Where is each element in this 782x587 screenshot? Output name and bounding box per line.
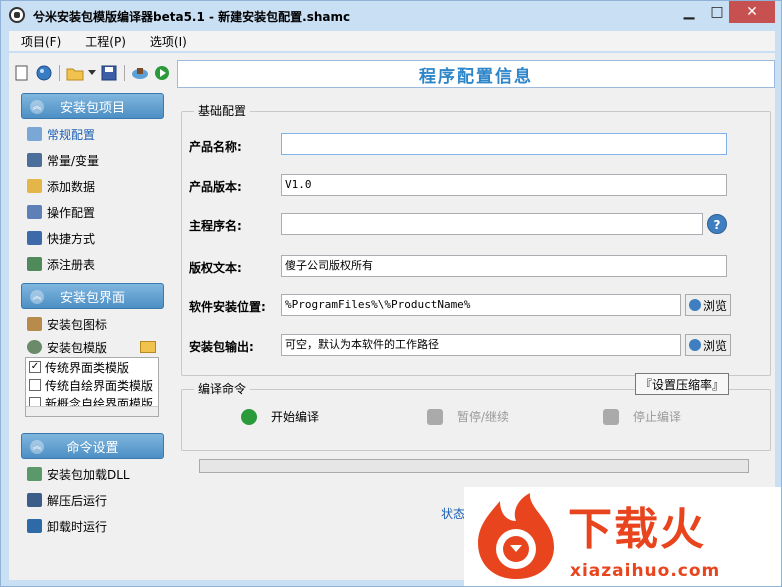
compile-progress-bar <box>199 459 749 473</box>
pause-icon <box>427 408 443 425</box>
tools-icon <box>27 205 42 219</box>
main-program-field[interactable] <box>281 213 703 235</box>
play-icon <box>241 408 257 425</box>
browse-output-button[interactable]: 浏览 <box>685 334 732 356</box>
section-header-project[interactable]: ︽ 安装包项目 <box>21 93 164 119</box>
nav-operations[interactable]: 操作配置 <box>21 199 164 225</box>
dll-icon <box>27 467 42 481</box>
toolbar-separator <box>59 65 60 81</box>
section-title: 安装包界面 <box>59 290 125 306</box>
browse-icon <box>689 299 701 311</box>
pause-compile-button[interactable]: 暂停/继续 <box>427 408 509 425</box>
watermark-en: xiazaihuo.com <box>570 561 721 581</box>
shortcut-icon <box>27 231 42 245</box>
section-title: 命令设置 <box>66 440 119 456</box>
version-field[interactable]: V1.0 <box>281 174 727 196</box>
run-after-icon <box>27 493 42 507</box>
globe-icon[interactable] <box>35 64 53 82</box>
nav-package-icon[interactable]: 安装包图标 <box>21 311 164 337</box>
template-list[interactable]: ✓ 传统界面类模版 传统自绘界面类模版 新概念自绘界面模版 <box>25 357 159 417</box>
horizontal-scrollbar[interactable] <box>26 406 158 416</box>
fire-logo-icon <box>478 493 554 579</box>
help-icon[interactable]: ? <box>707 214 727 234</box>
nav-registry[interactable]: 添注册表 <box>21 251 164 277</box>
checkbox[interactable] <box>29 379 41 391</box>
save-icon[interactable] <box>100 64 118 82</box>
section-title: 安装包项目 <box>59 100 125 116</box>
grid-icon <box>27 153 42 167</box>
run-icon[interactable] <box>153 64 171 82</box>
start-compile-button[interactable]: 开始编译 <box>241 408 319 425</box>
output-path-field[interactable]: 可空，默认为本软件的工作路径 <box>281 334 681 356</box>
config-icon <box>27 127 42 141</box>
dropdown-arrow-icon[interactable] <box>88 64 96 82</box>
stop-icon <box>603 408 619 425</box>
nav-shortcuts[interactable]: 快捷方式 <box>21 225 164 251</box>
chevron-up-icon: ︽ <box>30 290 44 304</box>
window-title: 兮米安装包模版编译器beta5.1 - 新建安装包配置.shamc <box>33 10 351 24</box>
version-label: 产品版本: <box>189 180 242 194</box>
product-name-field[interactable] <box>281 133 727 155</box>
watermark-cn: 下载火 <box>568 504 706 555</box>
section-header-ui[interactable]: ︽ 安装包界面 <box>21 283 164 309</box>
folder-icon[interactable] <box>140 341 156 353</box>
page-title: 程序配置信息 <box>177 60 775 88</box>
nav-add-data[interactable]: 添加数据 <box>21 173 164 199</box>
toolbar <box>9 61 179 85</box>
browse-install-path-button[interactable]: 浏览 <box>685 294 732 316</box>
checkbox[interactable]: ✓ <box>29 361 41 373</box>
group-legend: 基础配置 <box>194 102 251 119</box>
section-header-commands[interactable]: ︽ 命令设置 <box>21 433 164 459</box>
nav-general-config[interactable]: 常规配置 <box>21 121 164 147</box>
install-path-label: 软件安装位置: <box>189 300 266 314</box>
nav-package-template[interactable]: 安装包模版 <box>21 337 164 357</box>
section-body-commands: 安装包加载DLL 解压后运行 卸载时运行 <box>21 459 164 543</box>
uninstall-icon <box>27 519 42 533</box>
stop-compile-button[interactable]: 停止编译 <box>603 408 681 425</box>
chevron-up-icon: ︽ <box>30 440 44 454</box>
menu-engineering[interactable]: 工程(P) <box>73 33 138 50</box>
menu-options[interactable]: 选项(I) <box>138 33 199 50</box>
section-body-ui: 安装包图标 安装包模版 ✓ 传统界面类模版 传统自绘界面类模版 新概念自绘界面模版 <box>21 309 164 421</box>
output-label: 安装包输出: <box>189 340 254 354</box>
app-icon <box>9 7 25 23</box>
sidebar: ︽ 安装包项目 常规配置 常量/变量 添加数据 操作配置 快捷方式 添注册表 ︽… <box>21 93 164 543</box>
package-icon <box>27 317 42 331</box>
template-option-classic-custom[interactable]: 传统自绘界面类模版 <box>26 376 158 394</box>
template-icon <box>27 340 42 354</box>
watermark: 下载火 xiazaihuo.com <box>464 487 781 586</box>
install-path-field[interactable]: %ProgramFiles%\%ProductName% <box>281 294 681 316</box>
nav-load-dll[interactable]: 安装包加载DLL <box>21 461 164 487</box>
main-program-label: 主程序名: <box>189 219 242 233</box>
section-body-project: 常规配置 常量/变量 添加数据 操作配置 快捷方式 添注册表 <box>21 119 164 281</box>
close-button[interactable]: ✕ <box>729 1 775 23</box>
toolbar-separator <box>124 65 125 81</box>
status-text: 状态 <box>441 507 466 521</box>
build-icon[interactable] <box>131 64 149 82</box>
nav-run-after-extract[interactable]: 解压后运行 <box>21 487 164 513</box>
nav-run-on-uninstall[interactable]: 卸载时运行 <box>21 513 164 539</box>
copyright-label: 版权文本: <box>189 261 242 275</box>
open-folder-icon[interactable] <box>66 64 84 82</box>
menu-bar: 项目(F) 工程(P) 选项(I) <box>9 31 775 51</box>
product-name-label: 产品名称: <box>189 140 242 154</box>
chevron-up-icon: ︽ <box>30 100 44 114</box>
data-icon <box>27 179 42 193</box>
browse-icon <box>689 339 701 351</box>
nav-constants[interactable]: 常量/变量 <box>21 147 164 173</box>
new-file-icon[interactable] <box>13 64 31 82</box>
set-compression-button[interactable]: 『设置压缩率』 <box>635 373 730 395</box>
group-legend: 编译命令 <box>194 380 251 397</box>
template-option-classic[interactable]: ✓ 传统界面类模版 <box>26 358 158 376</box>
maximize-button[interactable]: □ <box>703 1 731 23</box>
minimize-button[interactable]: ▁ <box>675 1 703 23</box>
registry-icon <box>27 257 42 271</box>
copyright-field[interactable]: 傻子公司版权所有 <box>281 255 727 277</box>
menu-project[interactable]: 项目(F) <box>9 33 73 50</box>
window-frame: 兮米安装包模版编译器beta5.1 - 新建安装包配置.shamc ▁ □ ✕ … <box>0 0 782 587</box>
title-bar: 兮米安装包模版编译器beta5.1 - 新建安装包配置.shamc ▁ □ ✕ <box>1 1 781 29</box>
